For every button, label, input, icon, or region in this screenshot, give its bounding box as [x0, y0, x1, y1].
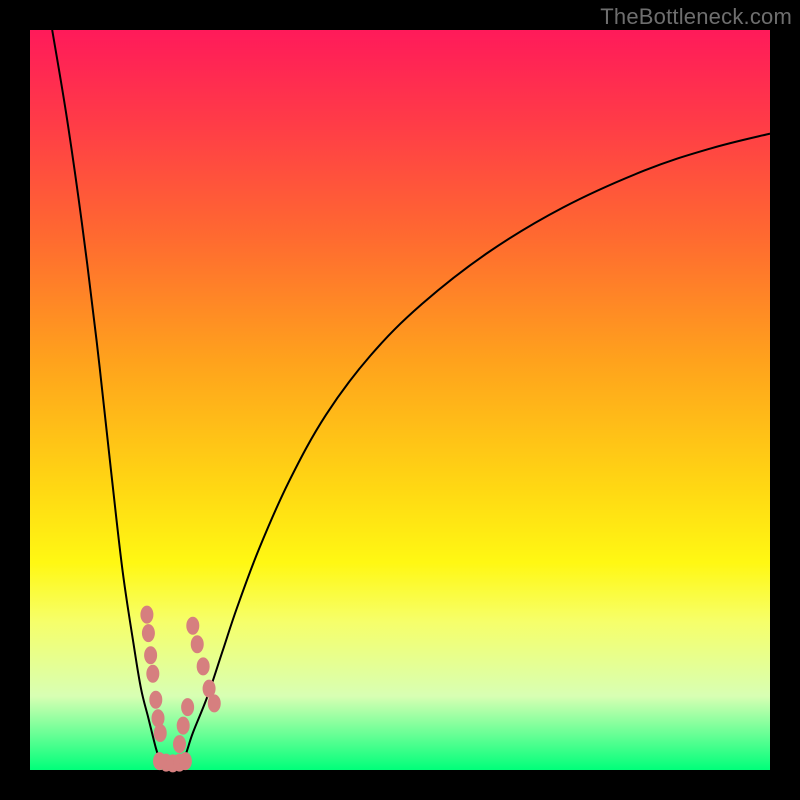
data-marker — [152, 709, 165, 727]
data-marker — [142, 624, 155, 642]
data-marker — [208, 694, 221, 712]
chart-area — [30, 30, 770, 770]
data-marker — [140, 606, 153, 624]
curve-right — [178, 134, 770, 770]
markers-group — [140, 606, 220, 773]
watermark-text: TheBottleneck.com — [600, 4, 792, 30]
data-marker — [191, 635, 204, 653]
data-marker — [181, 698, 194, 716]
data-marker — [179, 752, 192, 770]
data-marker — [173, 735, 186, 753]
data-marker — [177, 717, 190, 735]
data-marker — [146, 665, 159, 683]
data-marker — [186, 617, 199, 635]
data-marker — [197, 657, 210, 675]
data-marker — [144, 646, 157, 664]
plot-svg — [30, 30, 770, 770]
data-marker — [149, 691, 162, 709]
data-marker — [154, 724, 167, 742]
